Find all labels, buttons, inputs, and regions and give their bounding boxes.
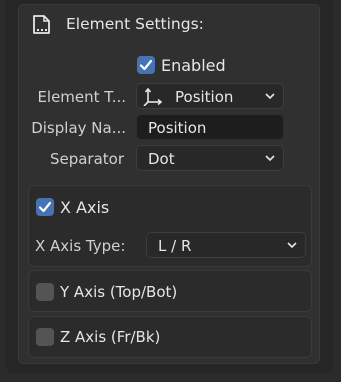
checkmark-icon: [139, 59, 153, 71]
display-name-input[interactable]: Position: [136, 114, 284, 140]
y-axis-checkbox[interactable]: [36, 283, 54, 301]
element-type-label: Element T...: [37, 88, 126, 106]
panel-title: Element Settings:: [66, 15, 204, 33]
separator-value: Dot: [148, 150, 175, 168]
chevron-down-icon: [287, 242, 297, 249]
separator-dropdown[interactable]: Dot: [136, 145, 284, 171]
z-axis-label: Z Axis (Fr/Bk): [60, 328, 161, 346]
x-axis-type-value: L / R: [158, 237, 192, 255]
checkmark-icon: [38, 201, 52, 213]
x-axis-checkbox[interactable]: [36, 198, 54, 216]
element-type-value: Position: [175, 88, 234, 106]
separator-label: Separator: [49, 150, 124, 168]
chevron-down-icon: [265, 155, 275, 162]
y-axis-label: Y Axis (Top/Bot): [60, 283, 178, 301]
x-axis-type-label: X Axis Type:: [35, 237, 126, 255]
element-type-dropdown[interactable]: Position: [136, 83, 284, 109]
enabled-checkbox[interactable]: [137, 56, 155, 74]
display-name-value: Position: [148, 119, 207, 137]
enabled-label: Enabled: [161, 56, 226, 75]
panel-icon: [33, 15, 50, 34]
x-axis-type-dropdown[interactable]: L / R: [146, 232, 306, 258]
display-name-label: Display Na...: [31, 119, 126, 137]
axis-transform-icon: [143, 87, 163, 106]
chevron-down-icon: [265, 93, 275, 100]
x-axis-label: X Axis: [60, 198, 110, 217]
z-axis-checkbox[interactable]: [36, 328, 54, 346]
